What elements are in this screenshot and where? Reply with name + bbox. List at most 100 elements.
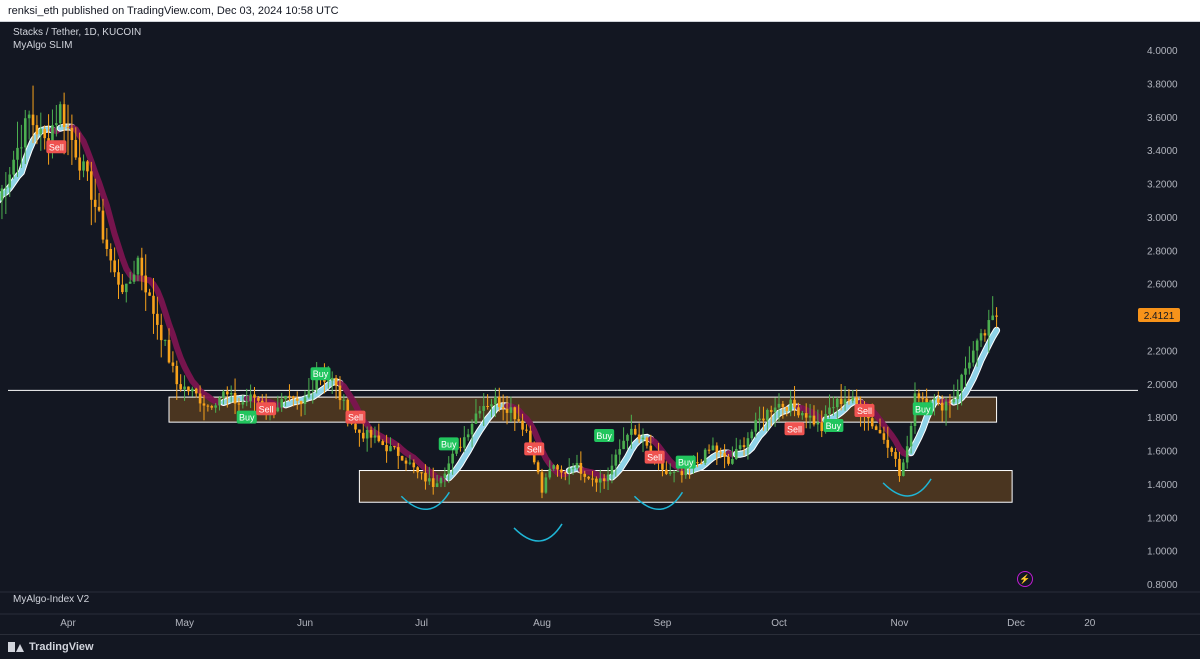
y-tick-label: 3.8000 <box>1147 79 1178 90</box>
candle-body <box>960 374 963 392</box>
trend-band-down <box>68 124 141 282</box>
candle-body <box>995 315 998 317</box>
candle-body <box>179 384 182 390</box>
publisher-header: renksi_eth published on TradingView.com,… <box>0 0 1200 22</box>
y-tick-label: 0.8000 <box>1147 580 1178 591</box>
candle-body <box>486 406 489 408</box>
candle-body <box>183 386 186 390</box>
candle-body <box>101 210 105 240</box>
y-tick-label: 1.0000 <box>1147 547 1178 558</box>
buy-signal-label: Buy <box>826 421 842 431</box>
candle-body <box>567 468 571 473</box>
y-tick-label: 3.0000 <box>1147 213 1178 224</box>
candle-body <box>921 398 925 400</box>
candle-body <box>676 471 680 473</box>
candle-body <box>354 423 357 430</box>
candle-body <box>602 478 606 482</box>
candle-body <box>117 272 120 285</box>
candle-body <box>194 388 198 394</box>
candle-body <box>808 415 812 418</box>
x-tick-label: Jun <box>297 618 313 629</box>
candle-body <box>327 380 330 382</box>
buy-signal-label: Buy <box>915 404 931 414</box>
candle-body <box>797 407 800 416</box>
candle-body <box>890 447 893 452</box>
candle-body <box>711 445 715 451</box>
candle-body <box>521 420 524 430</box>
candle-body <box>389 446 392 452</box>
footer-bar: TradingView <box>0 634 1200 659</box>
candle-body <box>812 415 816 425</box>
candle-body <box>758 418 761 421</box>
candle-body <box>23 118 27 148</box>
candle-body <box>66 127 70 129</box>
candle-body <box>929 400 932 403</box>
candle-body <box>925 398 928 403</box>
candle-body <box>878 429 882 434</box>
indicator-legend-slim[interactable]: MyAlgo SLIM <box>13 40 72 51</box>
candle-body <box>435 483 439 487</box>
sell-signal-label: Sell <box>527 444 542 454</box>
candle-body <box>501 407 505 409</box>
candle-body <box>210 406 214 408</box>
candle-body <box>979 333 983 341</box>
candle-body <box>789 399 792 412</box>
candle-body <box>509 407 513 413</box>
candle-body <box>124 283 128 293</box>
bolt-icon[interactable]: ⚡ <box>1017 571 1033 587</box>
x-tick-label: Apr <box>60 618 76 629</box>
indicator-legend-index[interactable]: MyAlgo-Index V2 <box>13 594 89 605</box>
candle-body <box>696 462 699 464</box>
candle-body <box>618 449 622 455</box>
candle-body <box>742 445 746 448</box>
candle-body <box>952 399 956 403</box>
candle-body <box>536 462 540 473</box>
candle-body <box>381 441 385 445</box>
candle-body <box>707 449 711 451</box>
candle-body <box>361 432 365 439</box>
candle-body <box>983 333 987 336</box>
candle-body <box>497 396 501 408</box>
y-tick-label: 2.8000 <box>1147 246 1178 257</box>
candle-body <box>222 391 225 398</box>
candle-body <box>307 390 311 398</box>
symbol-legend[interactable]: Stacks / Tether, 1D, KUCOIN <box>13 27 141 38</box>
candle-body <box>832 407 835 409</box>
candle-body <box>971 350 975 363</box>
y-tick-label: 2.2000 <box>1147 346 1178 357</box>
y-tick-label: 1.8000 <box>1147 413 1178 424</box>
candle-body <box>439 477 443 484</box>
tradingview-logo[interactable]: TradingView <box>8 641 94 653</box>
candle-body <box>156 313 159 325</box>
price-chart[interactable]: 4.0000 3.8000 3.6000 3.4000 3.2000 3.0000 2.80… <box>0 22 1200 634</box>
y-tick-label: 3.2000 <box>1147 180 1178 191</box>
candle-body <box>762 418 765 421</box>
candle-body <box>191 388 194 392</box>
candle-body <box>606 474 610 482</box>
candle-body <box>16 147 19 160</box>
candle-body <box>598 478 602 483</box>
candle-body <box>55 123 58 126</box>
candle-body <box>132 274 136 282</box>
candle-body <box>525 429 528 431</box>
candle-body <box>734 448 738 460</box>
candle-body <box>62 104 66 128</box>
candle-body <box>105 239 109 249</box>
candle-body <box>451 453 454 464</box>
candle-body <box>121 284 124 293</box>
candle-body <box>874 426 878 430</box>
candle-body <box>27 114 31 119</box>
candle-body <box>303 397 307 405</box>
publisher-text: renksi_eth published on TradingView.com,… <box>8 4 339 17</box>
candle-body <box>393 446 396 448</box>
candle-body <box>552 465 555 469</box>
candle-body <box>886 439 890 448</box>
candle-body <box>513 407 517 420</box>
candle-body <box>225 391 229 395</box>
candle-body <box>828 407 831 414</box>
candle-body <box>575 462 579 469</box>
candle-body <box>614 454 618 466</box>
candle-body <box>459 446 462 448</box>
sell-signal-label: Sell <box>857 406 872 416</box>
candle-body <box>299 400 303 405</box>
